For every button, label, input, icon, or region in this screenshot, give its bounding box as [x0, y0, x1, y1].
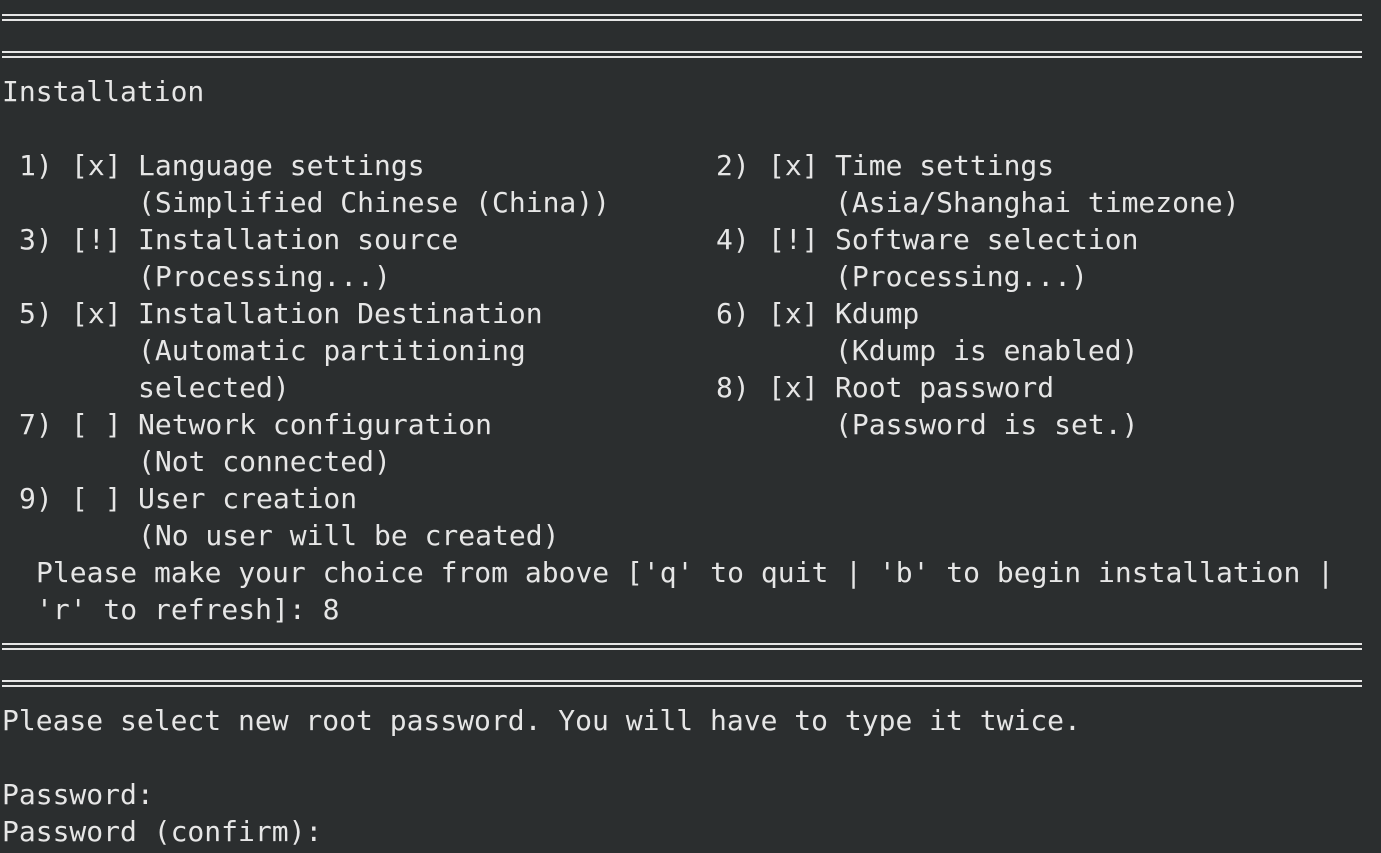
option-6-number: 6)	[716, 297, 750, 330]
option-5-status: [x]	[71, 297, 122, 330]
option-9-status: [ ]	[71, 482, 122, 515]
option-9-label[interactable]: User creation	[138, 480, 357, 517]
option-5-number: 5)	[19, 297, 53, 330]
option-7-number: 7)	[19, 408, 53, 441]
option-8-label[interactable]: Root password	[835, 369, 1054, 406]
option-3-number: 3)	[19, 223, 53, 256]
installation-title: Installation	[2, 75, 205, 108]
option-2-detail: (Asia/Shanghai timezone)	[835, 186, 1240, 219]
separator-top-2	[2, 51, 1362, 58]
option-3-label[interactable]: Installation source	[138, 221, 458, 258]
password-confirm-field[interactable]: Password (confirm):	[2, 813, 322, 850]
option-2-number: 2)	[716, 149, 750, 182]
option-7-detail: (Not connected)	[138, 445, 391, 478]
option-5-label[interactable]: Installation Destination	[138, 295, 543, 332]
password-field[interactable]: Password:	[2, 776, 154, 813]
option-9-detail: (No user will be created)	[138, 519, 560, 552]
option-5-detail-continued: selected)	[138, 371, 290, 404]
option-1-label[interactable]: Language settings	[138, 147, 425, 184]
option-4-status: [!]	[768, 223, 819, 256]
option-9-number: 9)	[19, 482, 53, 515]
option-7-status: [ ]	[71, 408, 122, 441]
option-1-number: 1)	[19, 149, 53, 182]
separator-top-1	[2, 14, 1362, 21]
option-6-status: [x]	[768, 297, 819, 330]
option-4-detail: (Processing...)	[835, 260, 1088, 293]
separator-middle-1	[2, 643, 1362, 650]
option-6-detail: (Kdump is enabled)	[835, 334, 1139, 367]
option-2-label[interactable]: Time settings	[835, 147, 1054, 184]
option-1-status: [x]	[71, 149, 122, 182]
option-7-label[interactable]: Network configuration	[138, 406, 492, 443]
option-4-number: 4)	[716, 223, 750, 256]
root-password-instruction: Please select new root password. You wil…	[2, 704, 1081, 737]
option-1-detail: (Simplified Chinese (China))	[138, 186, 611, 219]
option-3-detail: (Processing...)	[138, 260, 391, 293]
option-8-status: [x]	[768, 371, 819, 404]
choice-prompt-input[interactable]: 'r' to refresh]: 8	[36, 591, 339, 628]
separator-middle-2	[2, 680, 1362, 687]
option-3-status: [!]	[71, 223, 122, 256]
option-6-label[interactable]: Kdump	[835, 295, 919, 332]
option-4-label[interactable]: Software selection	[835, 221, 1138, 258]
choice-prompt: Please make your choice from above ['q' …	[36, 556, 1335, 589]
option-8-detail: (Password is set.)	[835, 408, 1139, 441]
option-5-detail: (Automatic partitioning	[138, 334, 526, 367]
option-2-status: [x]	[768, 149, 819, 182]
option-8-number: 8)	[716, 371, 750, 404]
